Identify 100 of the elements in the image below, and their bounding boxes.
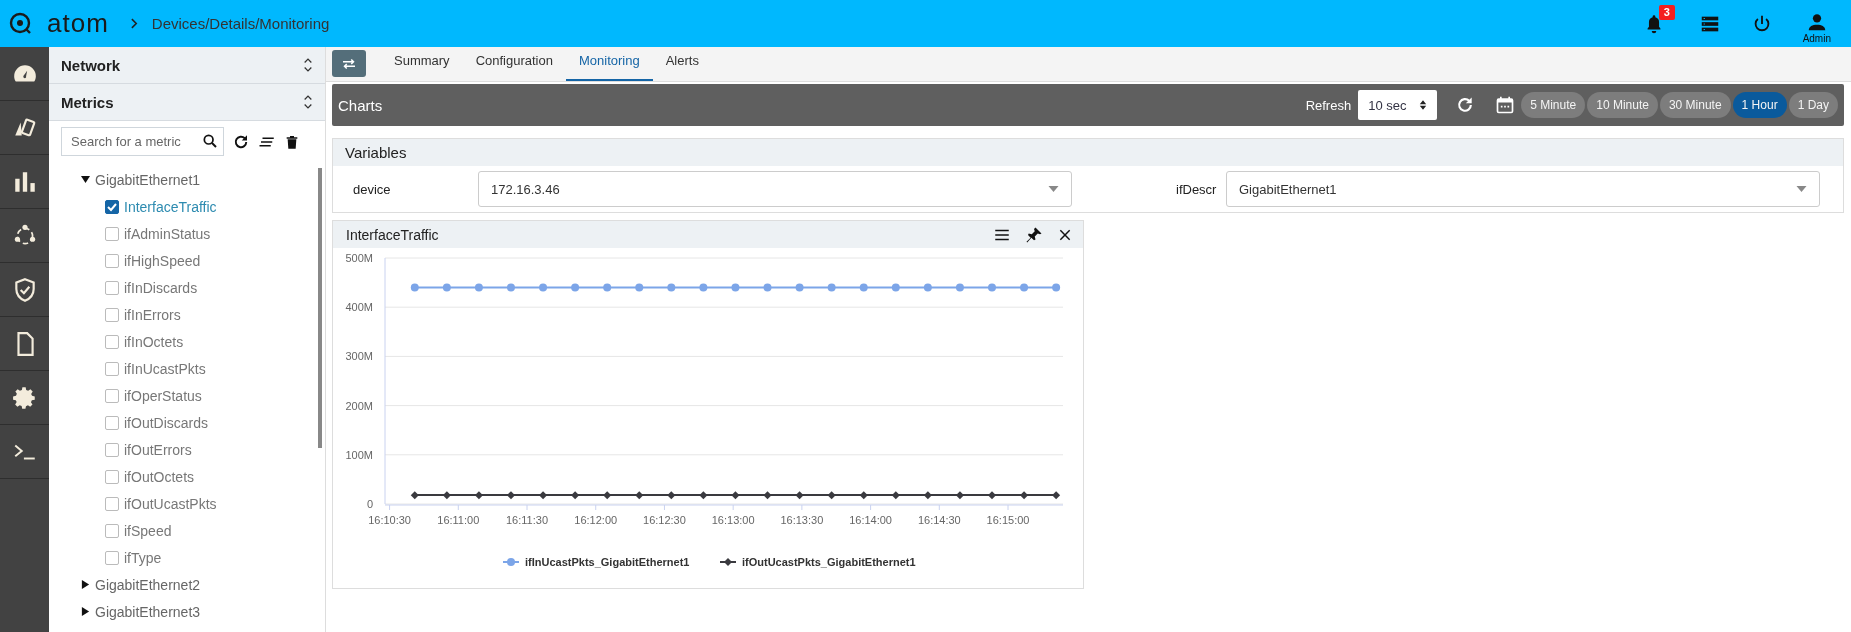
x-tick-label: 16:14:00 xyxy=(849,514,892,526)
data-point xyxy=(859,283,868,292)
x-tick-label: 16:13:30 xyxy=(780,514,824,526)
data-point xyxy=(507,283,515,292)
tab[interactable]: Alerts xyxy=(652,51,712,81)
checkbox[interactable] xyxy=(105,361,119,376)
data-point xyxy=(795,491,804,500)
checkbox[interactable] xyxy=(105,469,119,484)
data-point xyxy=(827,491,836,500)
tab[interactable]: Monitoring xyxy=(565,51,653,81)
refresh-label: Refresh xyxy=(1305,97,1352,113)
metric-item[interactable]: ifOutErrors xyxy=(81,436,318,463)
charts-toolbar: Charts Refresh 10 sec 5 Minute 10 Minute 30 Minute 1 Hour 1 Day xyxy=(332,84,1844,126)
dropdown-field[interactable]: GigabitEthernet1 xyxy=(1226,171,1820,207)
metric-item[interactable]: ifHighSpeed xyxy=(81,247,318,274)
metric-item[interactable]: ifOutOctets xyxy=(81,463,318,490)
data-point xyxy=(988,491,996,500)
x-tick-label: 16:15:00 xyxy=(986,514,1030,526)
metric-item[interactable]: ifSpeed xyxy=(81,517,318,544)
data-point xyxy=(571,491,580,500)
time-range-button[interactable]: 10 Minute xyxy=(1587,92,1658,118)
legend-marker[interactable] xyxy=(502,558,520,566)
checkbox[interactable] xyxy=(105,307,119,322)
data-point xyxy=(635,491,644,500)
data-point xyxy=(410,491,419,500)
calendar-icon[interactable] xyxy=(1495,95,1516,115)
legend-label[interactable]: ifInUcastPkts_GigabitEthernet1 xyxy=(525,556,690,568)
section-header[interactable]: Metrics xyxy=(49,84,325,121)
x-tick-label: 16:14:30 xyxy=(917,514,961,526)
metric-item[interactable]: ifInErrors xyxy=(81,301,318,328)
data-point xyxy=(635,283,644,292)
logo-icon xyxy=(9,11,33,36)
time-range-button[interactable]: 1 Day xyxy=(1788,92,1838,118)
dropdown-field[interactable]: 172.16.3.46 xyxy=(478,171,1072,207)
field-label: device xyxy=(353,181,392,197)
checkbox[interactable] xyxy=(105,496,119,511)
x-tick-label: 16:12:00 xyxy=(574,514,618,526)
data-point xyxy=(410,283,419,292)
data-point xyxy=(571,283,580,292)
sort-arrows-icon xyxy=(1419,99,1428,111)
data-point xyxy=(667,491,676,500)
time-range-button[interactable]: 5 Minute xyxy=(1521,92,1586,118)
x-tick-label: 16:10:30 xyxy=(368,514,411,526)
panel-title: Variables xyxy=(345,144,407,161)
checkbox[interactable] xyxy=(105,415,119,430)
data-point xyxy=(988,283,996,292)
swap-button[interactable] xyxy=(332,50,366,77)
metric-item[interactable]: ifOutUcastPkts xyxy=(81,490,318,517)
legend-marker[interactable] xyxy=(719,558,737,566)
time-range-button[interactable]: 30 Minute xyxy=(1659,92,1731,118)
tab[interactable]: Summary xyxy=(381,51,463,81)
breadcrumb: Devices/Details/Monitoring xyxy=(151,15,330,32)
search-field[interactable]: Search for a metric xyxy=(61,127,224,156)
checkbox[interactable] xyxy=(105,388,119,403)
metric-item[interactable]: ifAdminStatus xyxy=(81,220,318,247)
checkbox[interactable] xyxy=(105,253,119,268)
checkbox[interactable] xyxy=(105,199,119,214)
tree-node[interactable]: GigabitEthernet2 xyxy=(81,571,318,598)
legend-label[interactable]: ifOutUcastPkts_GigabitEthernet1 xyxy=(742,556,916,568)
dropdown-caret-icon xyxy=(1796,186,1807,192)
tab[interactable]: Configuration xyxy=(462,51,566,81)
metric-item[interactable]: ifInOctets xyxy=(81,328,318,355)
checkbox[interactable] xyxy=(105,442,119,457)
checkbox[interactable] xyxy=(105,334,119,349)
search-icon[interactable] xyxy=(202,133,218,149)
data-point xyxy=(859,491,868,500)
checkbox[interactable] xyxy=(105,523,119,538)
data-point xyxy=(667,283,676,292)
y-tick-label: 500M xyxy=(345,252,373,264)
data-point xyxy=(1020,491,1029,500)
metric-item[interactable]: ifInUcastPkts xyxy=(81,355,318,382)
y-tick-label: 400M xyxy=(345,301,373,314)
data-point xyxy=(827,283,836,292)
chart-title: InterfaceTraffic xyxy=(346,226,439,243)
data-point xyxy=(699,491,708,500)
x-tick-label: 16:12:30 xyxy=(643,514,686,526)
metric-item[interactable]: ifOutDiscards xyxy=(81,409,318,436)
y-tick-label: 200M xyxy=(345,399,373,412)
metric-item[interactable]: ifOperStatus xyxy=(81,382,318,409)
checkbox[interactable] xyxy=(105,226,119,241)
checkbox[interactable] xyxy=(105,550,119,565)
checkbox[interactable] xyxy=(105,280,119,295)
metric-item[interactable]: ifType xyxy=(81,544,318,571)
expand-collapse-icon xyxy=(303,56,313,74)
metric-item[interactable]: ifInDiscards xyxy=(81,274,318,301)
scrollbar[interactable] xyxy=(318,168,322,448)
data-point xyxy=(539,283,548,292)
tree-node[interactable]: GigabitEthernet3 xyxy=(81,598,318,625)
settings-icon[interactable] xyxy=(11,384,38,411)
metric-item[interactable]: InterfaceTraffic xyxy=(81,193,318,220)
data-point xyxy=(731,491,740,500)
data-point xyxy=(923,491,932,500)
section-header[interactable]: Network xyxy=(49,47,325,84)
refresh-select[interactable]: 10 sec xyxy=(1358,90,1438,120)
pin-icon[interactable] xyxy=(1025,225,1043,244)
data-point xyxy=(955,283,964,292)
y-tick-label: 100M xyxy=(345,448,373,461)
time-range-button[interactable]: 1 Hour xyxy=(1732,92,1787,118)
data-point xyxy=(731,283,740,292)
tree-node[interactable]: GigabitEthernet1 xyxy=(81,166,318,193)
